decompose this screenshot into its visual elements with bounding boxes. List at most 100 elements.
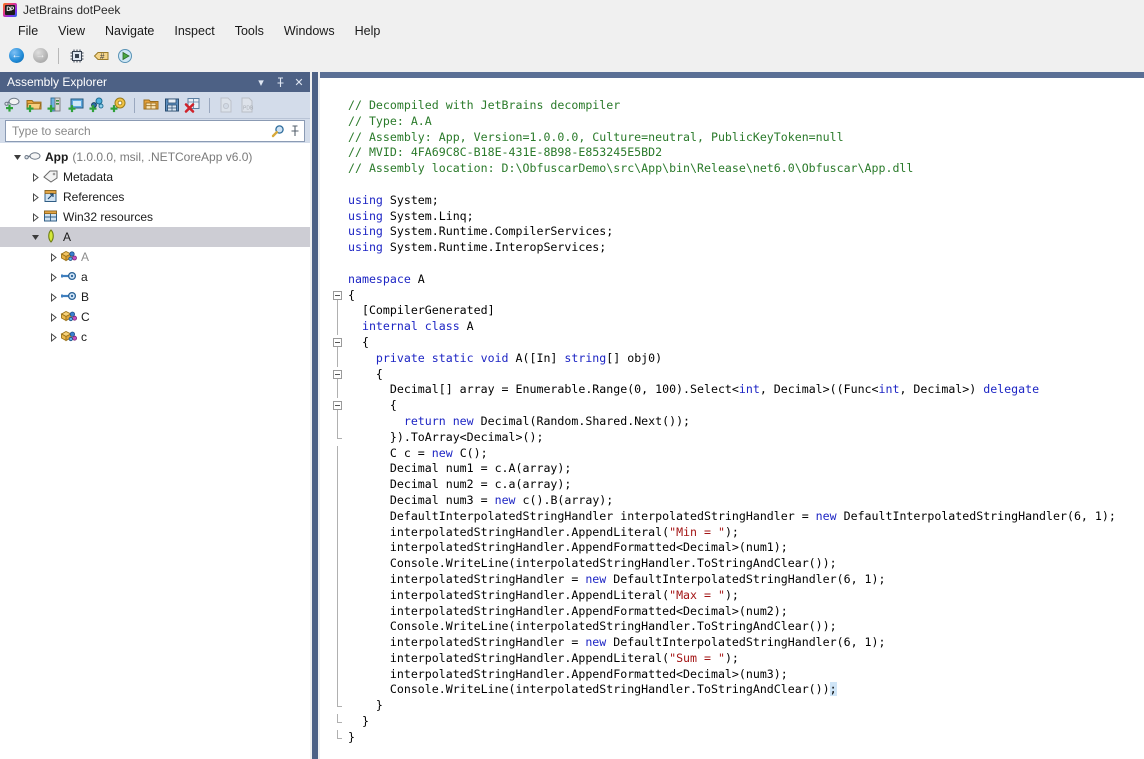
code-line: // Assembly: App, Version=1.0.0.0, Cultu…: [320, 130, 1144, 146]
search-options-icon[interactable]: [271, 124, 285, 138]
search-input[interactable]: [10, 123, 271, 139]
code-line: {: [320, 398, 1144, 414]
code-token: DefaultInterpolatedStringHandler(6, 1);: [606, 635, 886, 650]
tree-item-app[interactable]: App (1.0.0.0, msil, .NETCoreApp v6.0): [0, 147, 310, 167]
code-line: DefaultInterpolatedStringHandler interpo…: [320, 509, 1144, 525]
dotpeek-window: DP JetBrains dotPeek File View Navigate …: [0, 0, 1144, 759]
assembly-list-icon[interactable]: [142, 96, 160, 114]
code-line: interpolatedStringHandler.AppendLiteral(…: [320, 651, 1144, 667]
toolbar-separator: [58, 47, 59, 64]
code-token: A: [459, 319, 474, 334]
run-button[interactable]: [114, 45, 136, 67]
code-line: interpolatedStringHandler.AppendLiteral(…: [320, 525, 1144, 541]
code-line: Decimal num1 = c.A(array);: [320, 461, 1144, 477]
gac-plus-icon[interactable]: [46, 96, 64, 114]
panel-splitter[interactable]: [310, 72, 320, 759]
tree-expand-triangle-icon[interactable]: [46, 312, 60, 322]
menu-help[interactable]: Help: [345, 22, 391, 40]
tree-item-win32-resources[interactable]: Win32 resources: [0, 207, 310, 227]
panel-pin-button[interactable]: [272, 74, 288, 90]
tree-item-a[interactable]: A: [0, 247, 310, 267]
process-plus-icon[interactable]: [67, 96, 85, 114]
tree-item-label: Metadata: [63, 170, 114, 184]
code-token: );: [724, 587, 739, 602]
code-line: using System;: [320, 193, 1144, 209]
panel-title: Assembly Explorer: [7, 75, 108, 89]
code-line: // Assembly location: D:\ObfuscarDemo\sr…: [320, 161, 1144, 177]
class-icon: [60, 309, 78, 325]
editor-top-strip: [320, 72, 1144, 78]
il-viewer-button[interactable]: #: [90, 45, 112, 67]
menu-file[interactable]: File: [8, 22, 48, 40]
menu-inspect[interactable]: Inspect: [164, 22, 224, 40]
tree-collapse-triangle-icon[interactable]: [28, 233, 42, 242]
assembly-explorer-header: Assembly Explorer ▾ ✕: [0, 72, 310, 92]
tree-item-label: A: [63, 230, 72, 244]
code-token: }: [348, 714, 369, 729]
dotpeek-logo-icon: DP: [3, 3, 17, 17]
code-token: interpolatedStringHandler =: [348, 571, 586, 586]
tree-expand-triangle-icon[interactable]: [46, 292, 60, 302]
search-pin-icon[interactable]: [290, 125, 300, 137]
menu-navigate[interactable]: Navigate: [95, 22, 164, 40]
panel-options-button[interactable]: ▾: [253, 74, 269, 90]
tree-item-a[interactable]: A: [0, 227, 310, 247]
tree-expand-triangle-icon[interactable]: [46, 332, 60, 342]
tree-item-label: App: [45, 150, 69, 164]
code-token: ;: [829, 682, 837, 697]
search-box[interactable]: [5, 120, 305, 142]
code-line: private static void A([In] string[] obj0…: [320, 351, 1144, 367]
tree-item-a[interactable]: a: [0, 267, 310, 287]
pdb-icon: PDB: [238, 96, 256, 114]
tree-collapse-triangle-icon[interactable]: [10, 153, 24, 162]
close-list-red-x-icon[interactable]: [184, 96, 202, 114]
code-token: System.Linq;: [382, 208, 474, 223]
package-plus-icon[interactable]: [88, 96, 106, 114]
tree-item-c[interactable]: C: [0, 307, 310, 327]
navigate-forward-button[interactable]: →: [29, 45, 51, 67]
code-token: internal class: [361, 319, 460, 334]
code-editor[interactable]: // Decompiled with JetBrains decompiler /…: [320, 72, 1144, 759]
code-line: Decimal num3 = new c().B(array);: [320, 493, 1144, 509]
code-token: "Max = ": [669, 587, 725, 602]
menu-view[interactable]: View: [48, 22, 95, 40]
tree-expand-triangle-icon[interactable]: [28, 192, 42, 202]
code-token: // MVID: 4FA69C8C-B18E-431E-8B98-E853245…: [348, 145, 663, 160]
navigate-back-button[interactable]: ←: [5, 45, 27, 67]
code-token: interpolatedStringHandler.AppendFormatte…: [348, 540, 788, 555]
tree-item-references[interactable]: References: [0, 187, 310, 207]
tree-item-label: References: [63, 190, 125, 204]
tree-item-b[interactable]: B: [0, 287, 310, 307]
metadata-tag-icon: [42, 169, 60, 185]
tree-expand-triangle-icon[interactable]: [46, 272, 60, 282]
tree-expand-triangle-icon[interactable]: [28, 172, 42, 182]
code-token: using: [348, 224, 383, 239]
tree-expand-triangle-icon[interactable]: [46, 252, 60, 262]
open-assembly-plus-icon[interactable]: [4, 96, 22, 114]
menu-windows[interactable]: Windows: [274, 22, 345, 40]
folder-plus-icon[interactable]: [25, 96, 43, 114]
code-token: interpolatedStringHandler =: [348, 635, 586, 650]
nuget-plus-icon[interactable]: [109, 96, 127, 114]
tree-item-metadata[interactable]: Metadata: [0, 167, 310, 187]
code-line: interpolatedStringHandler.AppendFormatte…: [320, 604, 1144, 620]
tree-expand-triangle-icon[interactable]: [28, 212, 42, 222]
code-token: using: [348, 240, 383, 255]
tree-item-c[interactable]: c: [0, 327, 310, 347]
window-titlebar: DP JetBrains dotPeek: [0, 0, 1144, 20]
code-token: [] obj0): [606, 350, 663, 365]
code-token: A([In]: [508, 350, 565, 365]
menu-tools[interactable]: Tools: [225, 22, 274, 40]
code-line: Decimal num2 = c.a(array);: [320, 477, 1144, 493]
tree-item-label: Win32 resources: [63, 210, 154, 224]
code-line: internal class A: [320, 319, 1144, 335]
xml-doc-icon: [217, 96, 235, 114]
code-token: Decimal(Random.Shared.Next());: [473, 413, 691, 428]
panel-close-button[interactable]: ✕: [291, 74, 307, 90]
save-list-icon[interactable]: [163, 96, 181, 114]
code-token: new: [494, 492, 516, 507]
code-line: {: [320, 367, 1144, 383]
metadata-view-button[interactable]: [66, 45, 88, 67]
assembly-tree[interactable]: App (1.0.0.0, msil, .NETCoreApp v6.0) Meta…: [0, 143, 310, 759]
